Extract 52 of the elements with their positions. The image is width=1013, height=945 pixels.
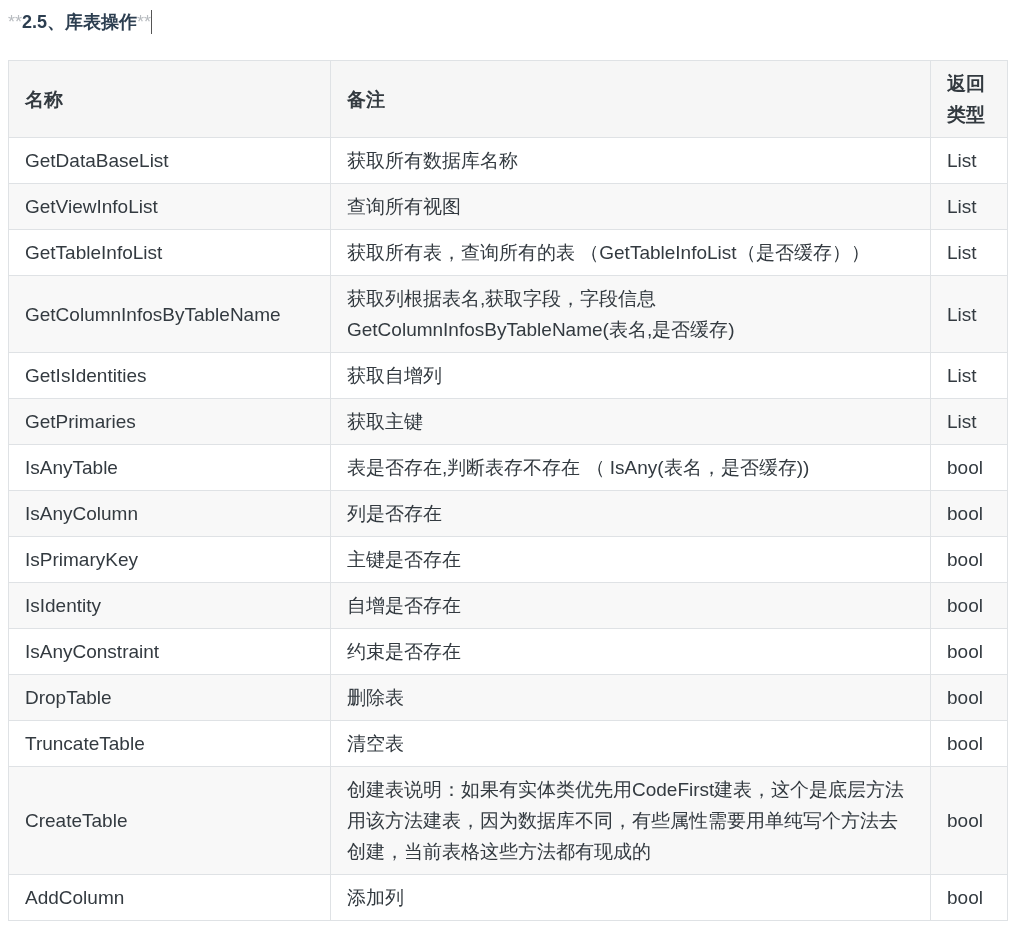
table-cell: DropTable (8, 674, 331, 721)
table-cell: IsAnyColumn (8, 490, 331, 537)
markdown-marker: ** (8, 10, 22, 34)
table-cell: IsPrimaryKey (8, 536, 331, 583)
table-cell: bool (930, 628, 1008, 675)
column-header: 返回类型 (930, 60, 1008, 138)
table-cell: GetDataBaseList (8, 137, 331, 184)
table-cell: bool (930, 720, 1008, 767)
table-cell: IsAnyTable (8, 444, 331, 491)
table-cell: 删除表 (330, 674, 931, 721)
table-cell: GetViewInfoList (8, 183, 331, 230)
table-cell: 查询所有视图 (330, 183, 931, 230)
table-cell: 创建表说明：如果有实体类优先用CodeFirst建表，这个是底层方法用该方法建表，因为数据库不同，有些属性需要用单纯写个方法去创建，当前表格这些方法都有现成的 (330, 766, 931, 875)
table-cell: IsAnyConstraint (8, 628, 331, 675)
table-cell: bool (930, 674, 1008, 721)
table-cell: List (930, 229, 1008, 276)
table-cell: GetTableInfoList (8, 229, 331, 276)
column-header: 备注 (330, 60, 931, 138)
table-cell: 获取列根据表名,获取字段，字段信息 GetColumnInfosByTableName(表名,是否缓存) (330, 275, 931, 353)
table-cell: 自增是否存在 (330, 582, 931, 629)
table-cell: List (930, 275, 1008, 353)
table-cell: bool (930, 766, 1008, 875)
table-cell: 清空表 (330, 720, 931, 767)
table-cell: 获取所有表，查询所有的表 （GetTableInfoList（是否缓存）） (330, 229, 931, 276)
table-cell: GetIsIdentities (8, 352, 331, 399)
table-cell: GetPrimaries (8, 398, 331, 445)
table-cell: bool (930, 536, 1008, 583)
table-cell: 获取所有数据库名称 (330, 137, 931, 184)
table-cell: 表是否存在,判断表存不存在 （ IsAny(表名，是否缓存)) (330, 444, 931, 491)
table-cell: GetColumnInfosByTableName (8, 275, 331, 353)
table-cell: bool (930, 582, 1008, 629)
table-cell: List (930, 183, 1008, 230)
table-cell: bool (930, 874, 1008, 921)
table-cell: 获取自增列 (330, 352, 931, 399)
table-cell: bool (930, 490, 1008, 537)
table-cell: List (930, 137, 1008, 184)
table-cell: 列是否存在 (330, 490, 931, 537)
section-heading: 2.5、库表操作 (22, 10, 138, 34)
table-cell: CreateTable (8, 766, 331, 875)
table-cell: 约束是否存在 (330, 628, 931, 675)
table-cell: bool (930, 444, 1008, 491)
table-cell: List (930, 352, 1008, 399)
table-cell: TruncateTable (8, 720, 331, 767)
table-cell: AddColumn (8, 874, 331, 921)
table-cell: IsIdentity (8, 582, 331, 629)
table-cell: List (930, 398, 1008, 445)
text-cursor-icon (151, 10, 153, 34)
table-cell: 添加列 (330, 874, 931, 921)
table-cell: 获取主键 (330, 398, 931, 445)
markdown-marker: ** (137, 10, 152, 34)
column-header: 名称 (8, 60, 331, 138)
table-cell: 主键是否存在 (330, 536, 931, 583)
